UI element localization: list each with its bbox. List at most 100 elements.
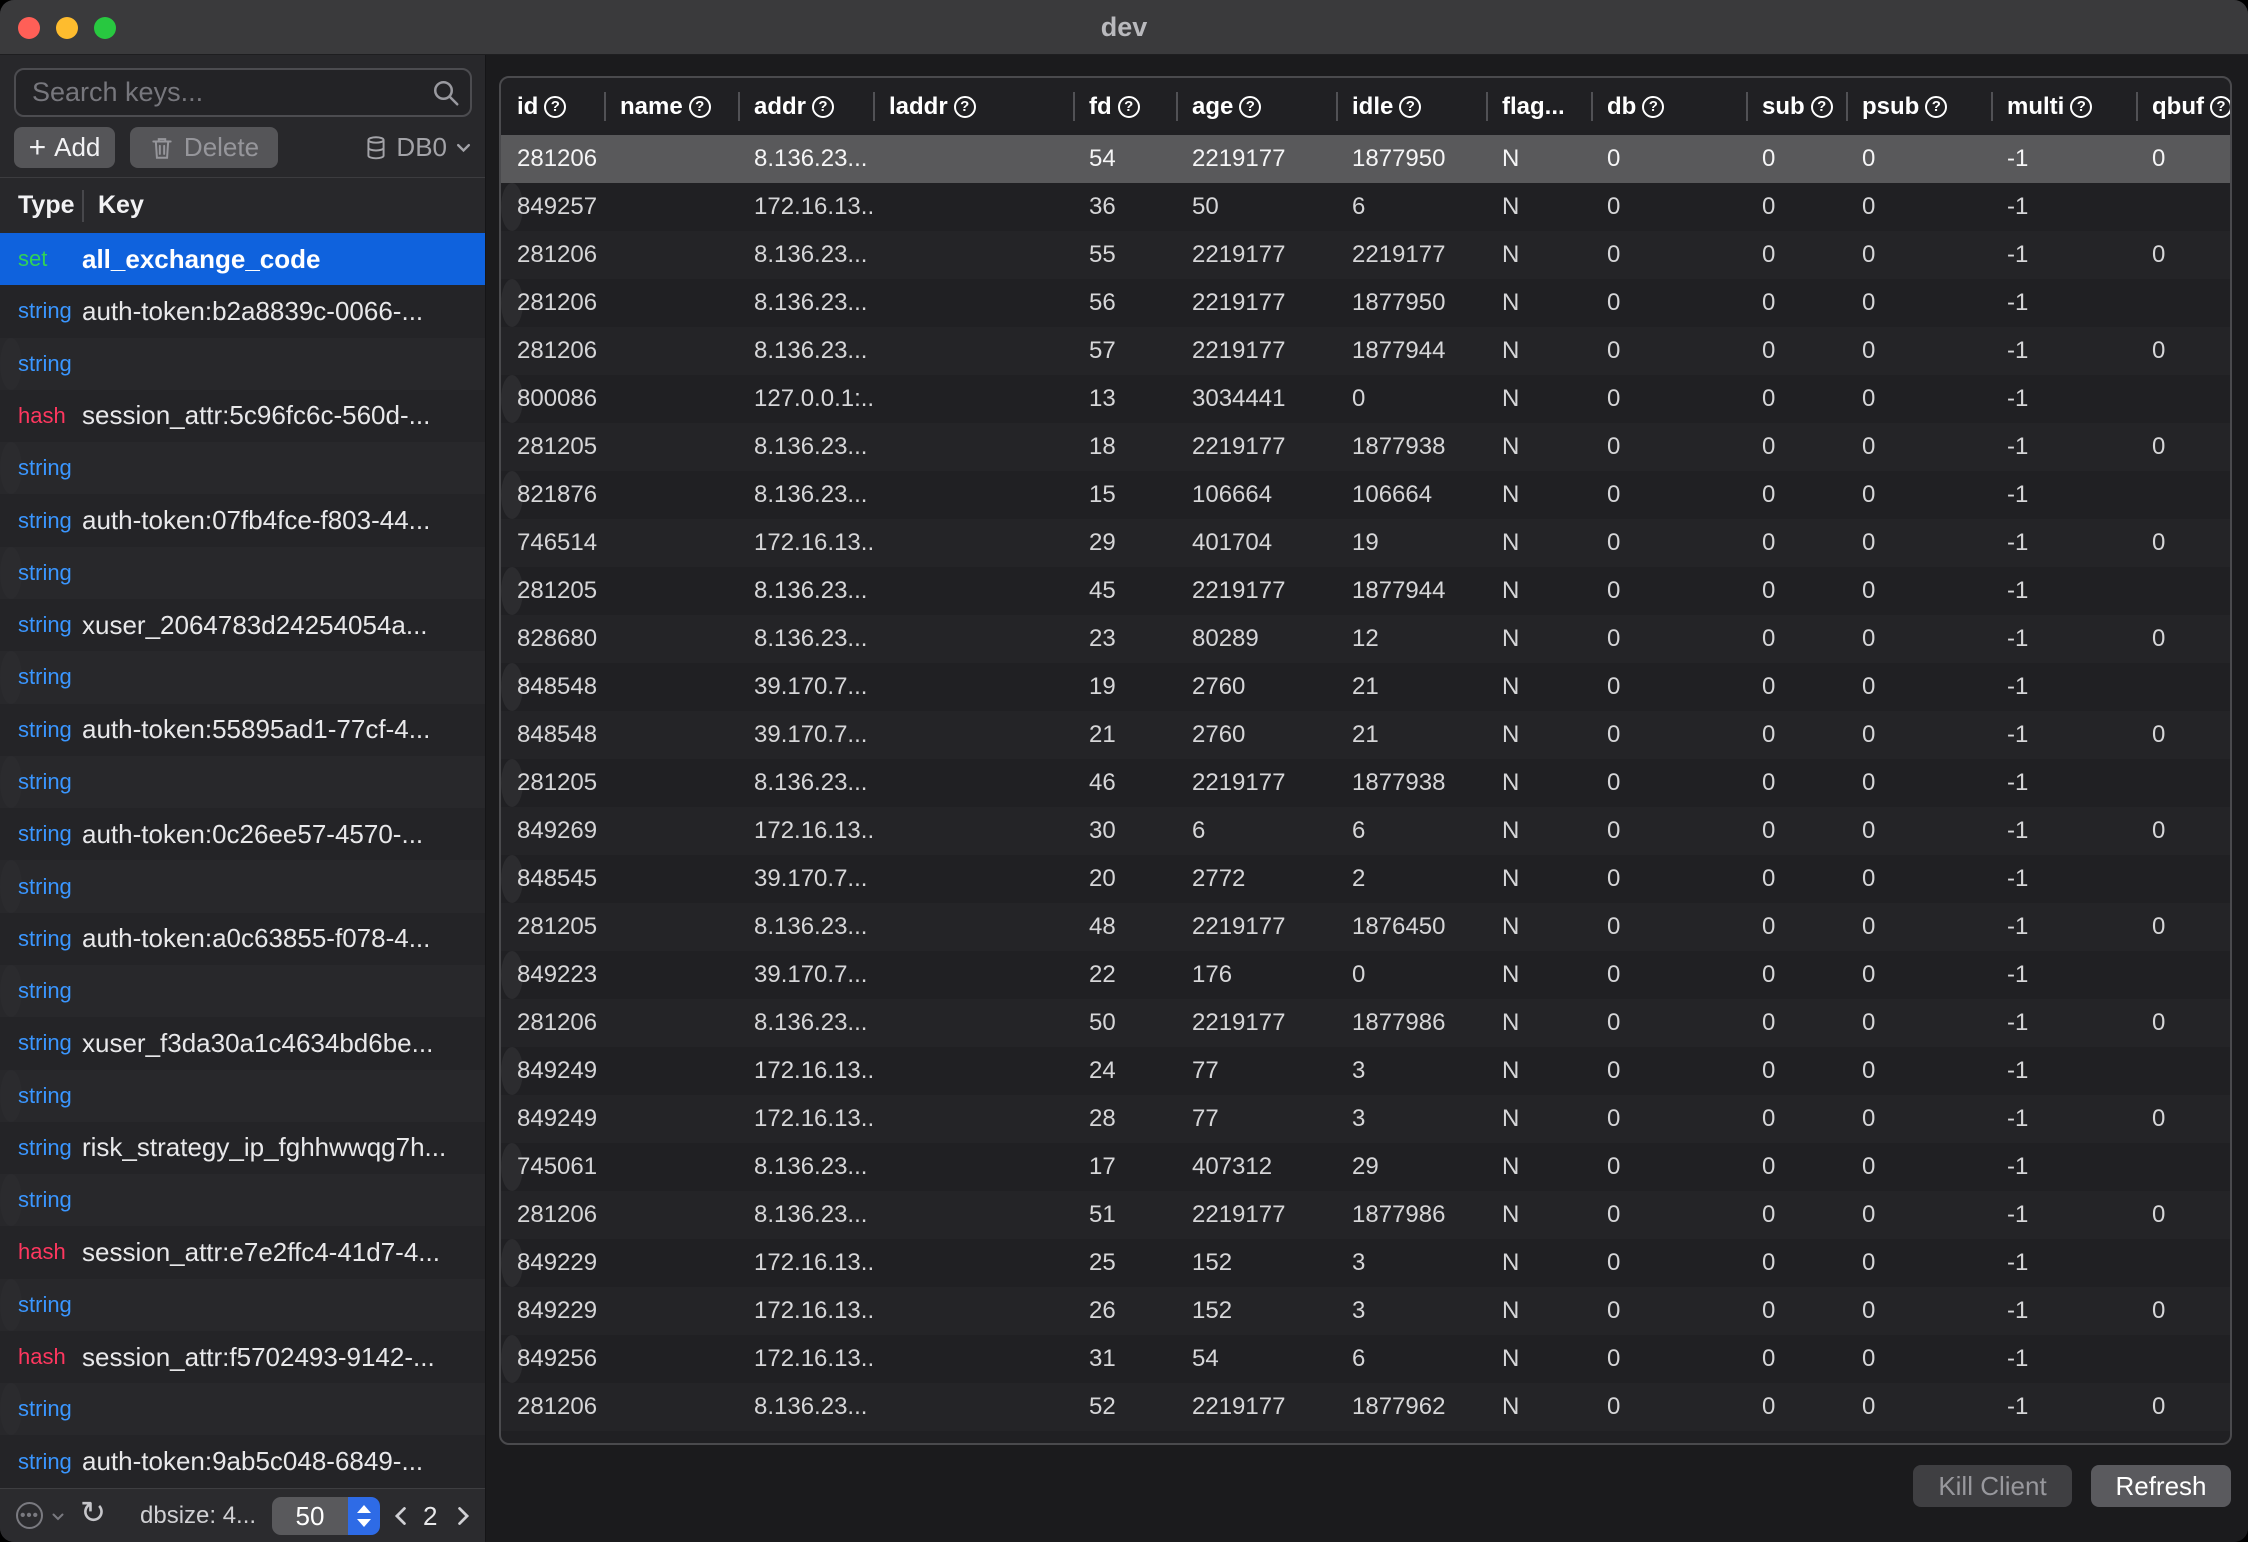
key-list-item[interactable]: stringauth-token:9ab5c048-6849-...: [0, 1435, 485, 1487]
client-row[interactable]: 2812068.136.23...5622191771877950N000-10: [501, 279, 523, 327]
client-row[interactable]: 84854839.170.7...19276021N000-10: [501, 663, 523, 711]
client-row[interactable]: 746514172.16.13...2940170419N000-10: [501, 519, 2230, 567]
column-header-psub[interactable]: psub?: [1846, 78, 1991, 135]
client-row[interactable]: 2812068.136.23...5122191771877986N000-10: [501, 1191, 2230, 1239]
column-header-flag[interactable]: flag...: [1486, 78, 1591, 135]
key-list-item[interactable]: stringauth-token:07fb4fce-f803-44...: [0, 494, 485, 546]
column-header-name[interactable]: name?: [604, 78, 738, 135]
key-list-item[interactable]: setall_exchange_code: [0, 233, 485, 285]
help-icon[interactable]: ?: [1811, 96, 1833, 118]
key-list-item[interactable]: stringauth-token:4c04eb92-98d7-...: [0, 965, 22, 1017]
add-key-button[interactable]: + Add: [14, 127, 115, 168]
client-row[interactable]: 84854839.170.7...21276021N000-10: [501, 711, 2230, 759]
client-row[interactable]: 849269172.16.13...3066N000-10: [501, 807, 2230, 855]
key-list-item[interactable]: stringxuser_4c2384d35b51451fb6...: [0, 442, 22, 494]
key-list-item[interactable]: stringauth-token:8f4775d4-a373-4...: [0, 1070, 22, 1122]
zoom-window-button[interactable]: [94, 17, 116, 39]
client-row[interactable]: 84854539.170.7...2027722N000-10: [501, 855, 523, 903]
column-header-fd[interactable]: fd?: [1073, 78, 1176, 135]
client-cell: N: [1486, 807, 1591, 855]
help-icon[interactable]: ?: [2210, 96, 2230, 118]
key-list-item[interactable]: hashsession_attr:5c96fc6c-560d-...: [0, 390, 485, 442]
column-header-multi[interactable]: multi?: [1991, 78, 2136, 135]
key-list-item[interactable]: stringuser_mistake_assess:stdId_2...: [0, 651, 22, 703]
delete-key-button[interactable]: Delete: [130, 127, 278, 168]
key-list-item[interactable]: stringxuser_996d559843a747a286...: [0, 756, 22, 808]
client-row[interactable]: 849256172.16.13...31546N000-10: [501, 1335, 523, 1383]
column-header-laddr[interactable]: laddr?: [873, 78, 1073, 135]
help-icon[interactable]: ?: [2070, 96, 2092, 118]
client-row[interactable]: 8286808.136.23...238028912N000-10: [501, 615, 2230, 663]
client-row[interactable]: 2812058.136.23...4622191771877938N000-10: [501, 759, 523, 807]
reload-keys-icon[interactable]: ↻: [80, 1495, 106, 1531]
column-header-age[interactable]: age?: [1176, 78, 1336, 135]
db-selector[interactable]: DB0: [363, 127, 473, 168]
help-icon[interactable]: ?: [812, 96, 834, 118]
key-name: auth-token:9ab5c048-6849-...: [82, 1446, 423, 1477]
client-row[interactable]: 8218768.136.23...15106664106664N000-10: [501, 471, 523, 519]
previous-page-button[interactable]: [390, 1504, 412, 1528]
key-list-item[interactable]: hashsession_attr:f5702493-9142-...: [0, 1331, 485, 1383]
help-icon[interactable]: ?: [1239, 96, 1261, 118]
help-icon[interactable]: ?: [954, 96, 976, 118]
key-list-item[interactable]: stringxuser_78949b70a314471d9d...: [0, 860, 22, 912]
help-icon[interactable]: ?: [1925, 96, 1947, 118]
help-icon[interactable]: ?: [1642, 96, 1664, 118]
key-list-item[interactable]: stringauth-token:55895ad1-77cf-4...: [0, 704, 485, 756]
client-row[interactable]: 2812068.136.23...5222191771877962N000-10: [501, 1383, 2230, 1431]
key-list-item[interactable]: stringxuser_e04606c4d80148e4bb...: [0, 547, 22, 599]
client-row[interactable]: 2812058.136.23...4822191771876450N000-10: [501, 903, 2230, 951]
key-list-item[interactable]: stringrisk_strategy_ip_fghhwwqg7h...: [0, 1122, 485, 1174]
client-cell: 19: [1073, 663, 1176, 711]
help-icon[interactable]: ?: [1118, 96, 1140, 118]
key-list-item[interactable]: stringxuser_2064783d24254054a...: [0, 599, 485, 651]
key-list-item[interactable]: stringauth-token:4b24c655-fb98-4...: [0, 1174, 22, 1226]
kill-client-button[interactable]: Kill Client: [1913, 1465, 2072, 1507]
client-row[interactable]: 2812068.136.23...5422191771877950N000-10: [501, 135, 2230, 183]
key-list-item[interactable]: stringxuser_b1ebc8d3def94124be6...: [0, 1279, 22, 1331]
client-cell: [873, 759, 1073, 807]
key-list-item[interactable]: hashsession_attr:e7e2ffc4-41d7-4...: [0, 1226, 485, 1278]
client-row[interactable]: 7450618.136.23...1740731229N000-10: [501, 1143, 523, 1191]
key-list-item[interactable]: stringauth-token:30a24e6f-f33e-4...: [0, 338, 22, 390]
column-header-idle[interactable]: idle?: [1336, 78, 1486, 135]
client-row[interactable]: 849257172.16.13...36506N000-10: [501, 183, 523, 231]
key-list-item[interactable]: stringauth-token:a0c63855-f078-4...: [0, 913, 485, 965]
client-row[interactable]: 800086127.0.0.1:...1330344410N000-10: [501, 375, 523, 423]
refresh-button[interactable]: Refresh: [2091, 1465, 2231, 1507]
help-icon[interactable]: ?: [544, 96, 566, 118]
column-header-id[interactable]: id?: [501, 78, 604, 135]
client-row[interactable]: 2812068.136.23...5722191771877944N000-10: [501, 327, 2230, 375]
client-row[interactable]: 849229172.16.13...251523N000-10: [501, 1239, 523, 1287]
minimize-window-button[interactable]: [56, 17, 78, 39]
stepper-buttons[interactable]: [348, 1497, 380, 1535]
client-row[interactable]: 849249172.16.13...24773N000-10: [501, 1047, 523, 1095]
client-cell: [604, 231, 738, 279]
client-cell: [873, 327, 1073, 375]
chevron-down-icon[interactable]: [50, 1509, 66, 1525]
search-input[interactable]: [14, 68, 472, 117]
key-list-item[interactable]: stringauth-token:b2a8839c-0066-...: [0, 285, 485, 337]
help-icon[interactable]: ?: [689, 96, 711, 118]
client-cell: [604, 1239, 738, 1287]
help-icon[interactable]: ?: [1399, 96, 1421, 118]
column-header-db[interactable]: db?: [1591, 78, 1746, 135]
client-row[interactable]: 849249172.16.13...28773N000-10: [501, 1095, 2230, 1143]
client-cell: 0: [1591, 135, 1746, 183]
next-page-button[interactable]: [452, 1504, 474, 1528]
client-row[interactable]: 84922339.170.7...221760N000-126: [501, 951, 523, 999]
column-header-addr[interactable]: addr?: [738, 78, 873, 135]
client-row[interactable]: 2812068.136.23...5522191772219177N000-10: [501, 231, 2230, 279]
column-header-qbuf[interactable]: qbuf?: [2136, 78, 2230, 135]
page-size-stepper[interactable]: 50: [272, 1497, 380, 1535]
key-list-item[interactable]: stringauth-token:62d96e55-9543-...: [0, 1383, 22, 1435]
client-row[interactable]: 2812068.136.23...5022191771877986N000-10: [501, 999, 2230, 1047]
key-list-item[interactable]: stringauth-token:0c26ee57-4570-...: [0, 808, 485, 860]
key-list-item[interactable]: stringxuser_f3da30a1c4634bd6be...: [0, 1017, 485, 1069]
client-row[interactable]: 2812058.136.23...1822191771877938N000-10: [501, 423, 2230, 471]
client-row[interactable]: 2812058.136.23...4522191771877944N000-10: [501, 567, 523, 615]
more-options-icon[interactable]: •••: [16, 1502, 43, 1529]
column-header-sub[interactable]: sub?: [1746, 78, 1846, 135]
close-window-button[interactable]: [18, 17, 40, 39]
client-row[interactable]: 849229172.16.13...261523N000-10: [501, 1287, 2230, 1335]
